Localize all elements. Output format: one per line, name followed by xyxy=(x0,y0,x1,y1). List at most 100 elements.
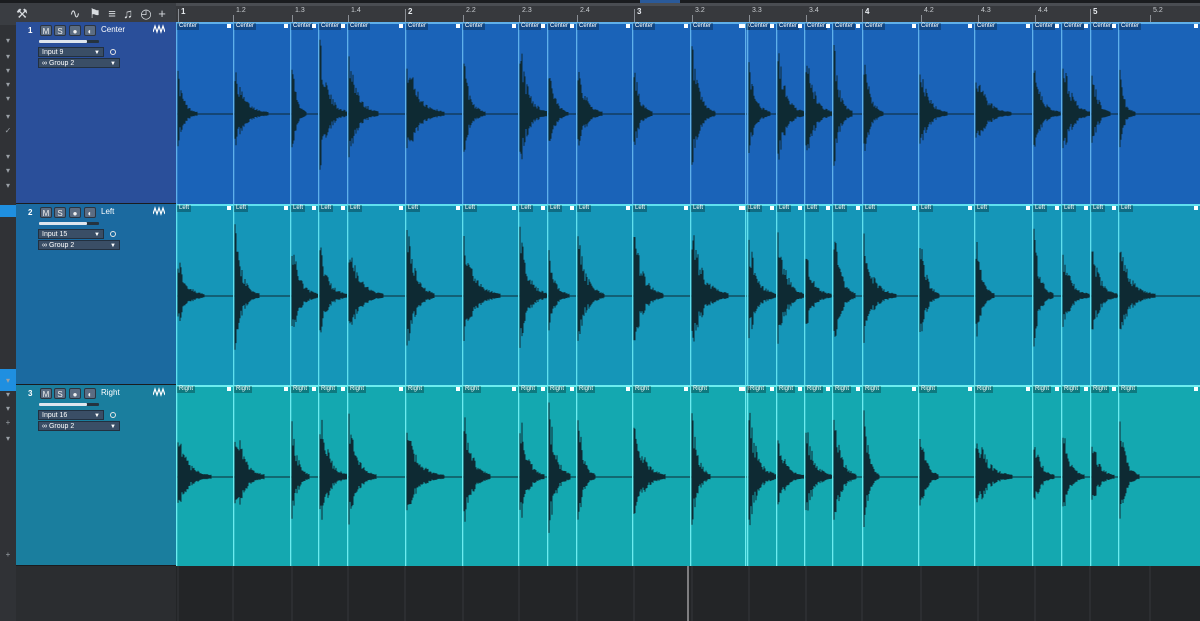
clip-name-label[interactable]: Center xyxy=(291,23,314,30)
clip-boundary[interactable] xyxy=(1090,22,1092,204)
clip-name-label[interactable]: Center xyxy=(1033,23,1056,30)
clip-boundary[interactable] xyxy=(1061,22,1063,204)
clip-name-label[interactable]: Center xyxy=(1062,23,1085,30)
clip-handle[interactable] xyxy=(1194,387,1198,391)
clip-boundary[interactable] xyxy=(832,22,834,204)
monitor-button[interactable]: ◐ xyxy=(84,207,96,218)
clip-boundary[interactable] xyxy=(804,204,806,385)
mute-button[interactable]: M xyxy=(40,207,52,218)
clip-boundary[interactable] xyxy=(176,22,178,204)
loop-range-bar[interactable] xyxy=(176,3,1200,6)
clip-handle[interactable] xyxy=(227,206,231,210)
clip-boundary[interactable] xyxy=(576,22,578,204)
clip-boundary[interactable] xyxy=(176,204,178,385)
clip-boundary[interactable] xyxy=(462,204,464,385)
clip-name-label[interactable]: Right xyxy=(1119,386,1138,393)
add-track-button[interactable]: + xyxy=(154,5,170,23)
clip-name-label[interactable]: Left xyxy=(177,205,192,212)
clip-handle[interactable] xyxy=(512,387,516,391)
clip-name-label[interactable]: Center xyxy=(833,23,856,30)
track-header[interactable]: 1 M S ● ◐ Center Input 9 ▼ ∞ Group 2 ▼ xyxy=(16,22,176,204)
clip-name-label[interactable]: Right xyxy=(1062,386,1081,393)
clip-name-label[interactable]: Left xyxy=(748,205,763,212)
clip-handle[interactable] xyxy=(968,206,972,210)
clip-name-label[interactable]: Left xyxy=(1091,205,1106,212)
clip-name-label[interactable]: Center xyxy=(805,23,828,30)
record-arm-button[interactable]: ● xyxy=(69,207,81,218)
clip-handle[interactable] xyxy=(770,24,774,28)
clip-handle[interactable] xyxy=(770,387,774,391)
clip-name-label[interactable]: Right xyxy=(748,386,767,393)
clip-name-label[interactable]: Right xyxy=(463,386,482,393)
left-strip-arrow-icon[interactable]: ▾ xyxy=(0,433,16,445)
track-name[interactable]: Left xyxy=(101,207,114,216)
clip-boundary[interactable] xyxy=(547,204,549,385)
clip-name-label[interactable]: Left xyxy=(833,205,848,212)
left-strip-arrow-icon[interactable]: ▾ xyxy=(0,375,16,387)
wrench-button[interactable]: ⚒ xyxy=(14,5,30,23)
clip-boundary[interactable] xyxy=(347,22,349,204)
waveform-view-icon[interactable] xyxy=(153,206,165,216)
input-monitor-icon[interactable] xyxy=(110,231,116,237)
clip-boundary[interactable] xyxy=(974,385,976,566)
clip-boundary[interactable] xyxy=(1090,204,1092,385)
clip-name-label[interactable]: Right xyxy=(177,386,196,393)
waveform-view-icon[interactable] xyxy=(153,24,165,34)
clip-handle[interactable] xyxy=(741,206,745,210)
clip-name-label[interactable]: Right xyxy=(777,386,796,393)
clip-handle[interactable] xyxy=(684,206,688,210)
automation-button[interactable]: ∿ xyxy=(67,5,83,23)
solo-button[interactable]: S xyxy=(54,388,66,399)
clip-name-label[interactable]: Right xyxy=(548,386,567,393)
clip-boundary[interactable] xyxy=(918,204,920,385)
clip-name-label[interactable]: Left xyxy=(1033,205,1048,212)
clip-name-label[interactable]: Center xyxy=(1091,23,1114,30)
clip-handle[interactable] xyxy=(770,206,774,210)
clip-name-label[interactable]: Center xyxy=(319,23,342,30)
clip-boundary[interactable] xyxy=(518,385,520,566)
clip-name-label[interactable]: Left xyxy=(319,205,334,212)
clip-name-label[interactable]: Center xyxy=(548,23,571,30)
empty-arrange-area[interactable] xyxy=(176,566,1200,621)
left-strip-arrow-icon[interactable]: ▾ xyxy=(0,111,16,123)
clip-boundary[interactable] xyxy=(576,385,578,566)
clip-handle[interactable] xyxy=(1112,24,1116,28)
clip-name-label[interactable]: Left xyxy=(919,205,934,212)
clip-name-label[interactable]: Right xyxy=(805,386,824,393)
clip-boundary[interactable] xyxy=(405,204,407,385)
clip-name-label[interactable]: Center xyxy=(519,23,542,30)
clip-name-label[interactable]: Left xyxy=(777,205,792,212)
solo-button[interactable]: S xyxy=(54,25,66,36)
clip-boundary[interactable] xyxy=(918,22,920,204)
clip-handle[interactable] xyxy=(312,206,316,210)
clip-handle[interactable] xyxy=(341,387,345,391)
clip-handle[interactable] xyxy=(741,387,745,391)
clip-name-label[interactable]: Right xyxy=(975,386,994,393)
clip-handle[interactable] xyxy=(856,24,860,28)
clip-boundary[interactable] xyxy=(747,204,749,385)
clip-handle[interactable] xyxy=(399,206,403,210)
clip-handle[interactable] xyxy=(570,387,574,391)
clip-handle[interactable] xyxy=(284,387,288,391)
marker-flag-button[interactable]: ⚑ xyxy=(87,5,103,23)
clip-boundary[interactable] xyxy=(1032,385,1034,566)
clip-boundary[interactable] xyxy=(974,204,976,385)
clip-handle[interactable] xyxy=(968,387,972,391)
clip-boundary[interactable] xyxy=(804,385,806,566)
input-select[interactable]: Input 9 ▼ xyxy=(38,47,104,57)
track-lane[interactable]: Right Right Right Right Right Right Right Right… xyxy=(176,385,1200,566)
clip-boundary[interactable] xyxy=(347,204,349,385)
clip-boundary[interactable] xyxy=(832,385,834,566)
clip-boundary[interactable] xyxy=(1118,22,1120,204)
track-name[interactable]: Right xyxy=(101,388,120,397)
clip-boundary[interactable] xyxy=(1032,22,1034,204)
clip-handle[interactable] xyxy=(1026,206,1030,210)
clip-handle[interactable] xyxy=(1084,387,1088,391)
group-select[interactable]: ∞ Group 2 ▼ xyxy=(38,421,120,431)
clip-boundary[interactable] xyxy=(745,204,747,385)
clip-handle[interactable] xyxy=(856,206,860,210)
clip-handle[interactable] xyxy=(798,24,802,28)
clip-boundary[interactable] xyxy=(747,22,749,204)
clip-handle[interactable] xyxy=(798,206,802,210)
clip-boundary[interactable] xyxy=(632,385,634,566)
